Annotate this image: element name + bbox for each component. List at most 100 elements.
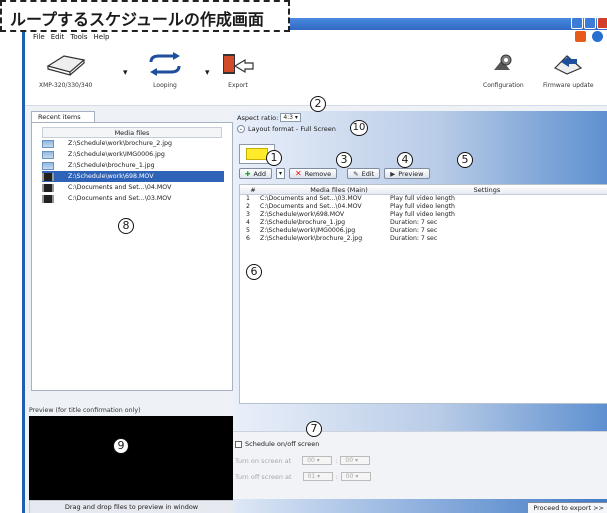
column-header-media: Media files (Main) — [310, 186, 368, 194]
aspect-ratio-value: 4:3 — [283, 114, 293, 121]
annotation-5: 5 — [457, 152, 473, 168]
layout-format-row[interactable]: ⌄ Layout format - Full Screen — [237, 125, 336, 133]
list-item[interactable]: C:\Documents and Set...\04.MOV — [42, 182, 224, 193]
add-button[interactable]: ✚ Add — [239, 168, 273, 179]
add-dropdown-icon[interactable]: ▾ — [276, 168, 286, 179]
list-item[interactable]: C:\Documents and Set...\03.MOV — [42, 193, 224, 204]
table-row[interactable]: 5 Z:\Schedule\work\IMG0006.jpg Duration: 7… — [240, 227, 607, 235]
row-file: Z:\Schedule\brochure_1.jpg — [260, 219, 346, 226]
table-row[interactable]: 3 Z:\Schedule\work\698.MOV Play full video… — [240, 211, 607, 219]
play-icon: ▶ — [390, 169, 396, 178]
remove-button[interactable]: ✕ Remove — [289, 168, 338, 179]
row-number: 1 — [246, 195, 250, 202]
table-row[interactable]: 6 Z:\Schedule\work\brochure_2.jpg Duration… — [240, 235, 607, 243]
device-label: XMP-320/330/340 — [39, 82, 93, 89]
looping-dropdown-icon[interactable]: ▾ — [205, 68, 210, 78]
turn-on-hour-select[interactable]: 00 ▾ — [302, 456, 333, 465]
annotation-2: 2 — [310, 96, 326, 112]
turn-off-hour-select[interactable]: 01 ▾ — [302, 472, 333, 481]
aspect-ratio-select[interactable]: 4:3 ▾ — [280, 113, 301, 122]
turn-off-minute-select[interactable]: 00 ▾ — [340, 472, 371, 481]
row-number: 3 — [246, 211, 250, 218]
edit-label: Edit — [361, 169, 375, 178]
turn-on-minute-select[interactable]: 00 ▾ — [340, 456, 371, 465]
video-thumbnail-icon — [42, 183, 54, 192]
row-number: 5 — [246, 227, 250, 234]
annotation-9: 9 — [113, 438, 129, 454]
media-files-header: Media files — [42, 127, 222, 138]
close-icon[interactable] — [597, 17, 607, 29]
row-setting: Duration: 7 sec — [390, 227, 438, 234]
minimize-icon[interactable] — [571, 17, 583, 29]
video-thumbnail-icon — [42, 194, 54, 203]
preview-label: Preview — [398, 169, 424, 178]
edit-button[interactable]: ✎ Edit — [347, 168, 381, 179]
preview-window[interactable] — [29, 416, 234, 500]
turn-on-row: Turn on screen at 00 ▾ : 00 ▾ — [235, 456, 371, 465]
schedule-section: Schedule on/off screen Turn on screen at… — [233, 431, 607, 499]
row-number: 2 — [246, 203, 250, 210]
device-dropdown-icon[interactable]: ▾ — [123, 68, 128, 78]
device-button[interactable]: XMP-320/330/340 — [39, 52, 92, 89]
export-button[interactable]: Export — [221, 52, 255, 89]
menu-tools[interactable]: Tools — [70, 33, 87, 41]
media-item-label: Z:\Schedule\work\698.MOV — [68, 173, 154, 180]
list-item[interactable]: Z:\Schedule\work\IMG0006.jpg — [42, 149, 224, 160]
drag-drop-hint: Drag and drop files to preview in window — [29, 500, 234, 513]
firmware-update-label: Firmware update — [543, 82, 594, 89]
list-item-selected[interactable]: Z:\Schedule\work\698.MOV — [42, 171, 224, 182]
media-item-label: Z:\Schedule\brochure_1.jpg — [68, 162, 155, 169]
image-thumbnail-icon — [42, 150, 54, 159]
manual-icon[interactable] — [575, 31, 586, 42]
loop-arrows-icon — [149, 52, 181, 76]
menu-file[interactable]: File — [33, 33, 45, 41]
add-label: Add — [253, 169, 267, 178]
turn-off-hour: 01 — [307, 473, 316, 480]
table-row[interactable]: 4 Z:\Schedule\brochure_1.jpg Duration: 7 s… — [240, 219, 607, 227]
annotation-7: 7 — [306, 421, 322, 437]
expand-chevron-icon[interactable]: ⌄ — [237, 125, 245, 133]
menu-edit[interactable]: Edit — [51, 33, 65, 41]
schedule-toggle[interactable]: Schedule on/off screen — [235, 440, 319, 448]
configuration-label: Configuration — [483, 82, 524, 89]
list-item[interactable]: Z:\Schedule\work\brochure_2.jpg — [42, 138, 224, 149]
menu-help[interactable]: Help — [94, 33, 110, 41]
proceed-to-export-button[interactable]: Proceed to export >> — [527, 502, 607, 513]
tab-recent-items[interactable]: Recent items — [31, 111, 95, 122]
export-label: Export — [228, 82, 248, 89]
configuration-button[interactable]: Configuration — [483, 52, 524, 89]
schedule-checkbox[interactable] — [235, 440, 242, 448]
action-buttons: ✚ Add ▾ ✕ Remove ✎ Edit ▶ Preview — [239, 168, 430, 179]
preview-button[interactable]: ▶ Preview — [384, 168, 430, 179]
remove-label: Remove — [304, 169, 332, 178]
info-icon[interactable] — [592, 31, 603, 42]
media-item-label: Z:\Schedule\work\IMG0006.jpg — [68, 151, 165, 158]
pencil-icon: ✎ — [353, 169, 359, 178]
media-item-label: C:\Documents and Set...\03.MOV — [68, 195, 172, 202]
column-header-settings: Settings — [473, 186, 501, 194]
aspect-ratio-row: Aspect ratio: 4:3 ▾ — [237, 113, 301, 122]
left-panel: Recent items Media files Z:\Schedule\wor… — [29, 111, 234, 513]
row-setting: Play full video length — [390, 203, 455, 210]
table-row[interactable]: 2 C:\Documents and Set...\04.MOV Play full… — [240, 203, 607, 211]
menu-bar: File Edit Tools Help — [25, 30, 607, 44]
row-file: C:\Documents and Set...\03.MOV — [260, 195, 362, 202]
layout-format-label: Layout format - Full Screen — [248, 125, 336, 133]
media-item-label: Z:\Schedule\work\brochure_2.jpg — [68, 140, 172, 147]
list-item[interactable]: Z:\Schedule\brochure_1.jpg — [42, 160, 224, 171]
media-item-label: C:\Documents and Set...\04.MOV — [68, 184, 172, 191]
app-window: File Edit Tools Help XMP-320/330/340 ▾ L… — [22, 17, 607, 513]
maximize-icon[interactable] — [584, 17, 596, 29]
firmware-update-button[interactable]: Firmware update — [543, 52, 594, 89]
schedule-table: # Media files (Main) Settings 1 C:\Docume… — [239, 184, 607, 404]
aspect-ratio-label: Aspect ratio: — [237, 113, 279, 122]
image-thumbnail-icon — [42, 139, 54, 148]
x-icon: ✕ — [295, 169, 302, 178]
table-row[interactable]: 1 C:\Documents and Set...\03.MOV Play full… — [240, 195, 607, 203]
annotation-1: 1 — [266, 150, 282, 166]
turn-off-label: Turn off screen at — [235, 472, 292, 481]
annotation-8: 8 — [118, 218, 134, 234]
right-panel: Aspect ratio: 4:3 ▾ ⌄ Layout format - Fu… — [233, 111, 607, 513]
turn-off-row: Turn off screen at 01 ▾ : 00 ▾ — [235, 472, 371, 481]
looping-button[interactable]: Looping — [145, 52, 185, 89]
